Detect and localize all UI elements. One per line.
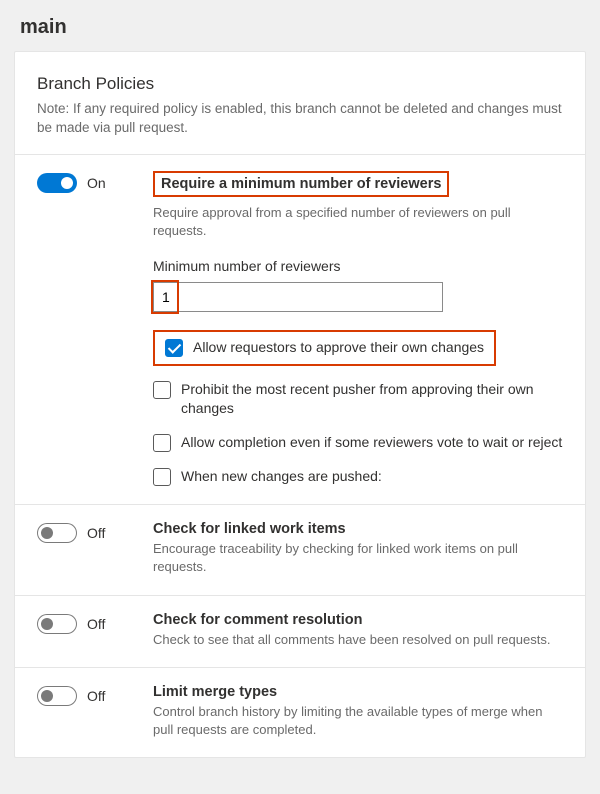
min-reviewers-num-label: Minimum number of reviewers [153, 258, 563, 274]
panel-header: Branch Policies Note: If any required po… [15, 52, 585, 155]
checkbox-allow-requestors[interactable] [165, 339, 183, 357]
policy-desc-comment-resolution: Check to see that all comments have been… [153, 631, 563, 649]
checkbox-row-prohibit-pusher: Prohibit the most recent pusher from app… [153, 380, 563, 419]
checkbox-prohibit-pusher[interactable] [153, 381, 171, 399]
policy-title-comment-resolution: Check for comment resolution [153, 612, 563, 628]
policy-desc-min-reviewers: Require approval from a specified number… [153, 204, 563, 240]
policy-linked-work-items: Off Check for linked work items Encourag… [15, 505, 585, 595]
policy-desc-linked-work-items: Encourage traceability by checking for l… [153, 540, 563, 576]
policy-desc-limit-merge-types: Control branch history by limiting the a… [153, 703, 563, 739]
toggle-comment-resolution[interactable] [37, 614, 77, 634]
checkbox-label-new-changes: When new changes are pushed: [181, 467, 382, 487]
checkbox-label-prohibit-pusher: Prohibit the most recent pusher from app… [181, 380, 563, 419]
checkbox-row-allow-completion: Allow completion even if some reviewers … [153, 433, 563, 453]
policy-min-reviewers: On Require a minimum number of reviewers… [15, 155, 585, 505]
checkbox-label-allow-completion: Allow completion even if some reviewers … [181, 433, 562, 453]
policy-limit-merge-types: Off Limit merge types Control branch his… [15, 668, 585, 757]
toggle-linked-work-items[interactable] [37, 523, 77, 543]
checkbox-allow-completion[interactable] [153, 434, 171, 452]
toggle-label-off-2: Off [87, 616, 105, 632]
checkbox-allow-requestors-wrap: Allow requestors to approve their own ch… [153, 330, 496, 366]
page-title: main [0, 0, 600, 51]
panel-title: Branch Policies [37, 74, 563, 94]
toggle-label-off-3: Off [87, 688, 105, 704]
toggle-label-off: Off [87, 525, 105, 541]
toggle-label-on: On [87, 175, 106, 191]
policy-title-limit-merge-types: Limit merge types [153, 684, 563, 700]
toggle-limit-merge-types[interactable] [37, 686, 77, 706]
panel-note: Note: If any required policy is enabled,… [37, 100, 563, 138]
min-reviewers-input-wrap [153, 282, 443, 312]
policy-title-linked-work-items: Check for linked work items [153, 521, 563, 537]
checkbox-new-changes[interactable] [153, 468, 171, 486]
branch-policies-panel: Branch Policies Note: If any required po… [14, 51, 586, 758]
toggle-min-reviewers[interactable] [37, 173, 77, 193]
policy-comment-resolution: Off Check for comment resolution Check t… [15, 596, 585, 668]
policy-title-min-reviewers: Require a minimum number of reviewers [153, 171, 449, 197]
checkbox-row-new-changes: When new changes are pushed: [153, 467, 563, 487]
checkbox-label-allow-requestors: Allow requestors to approve their own ch… [193, 338, 484, 358]
min-reviewers-input[interactable] [153, 282, 443, 312]
